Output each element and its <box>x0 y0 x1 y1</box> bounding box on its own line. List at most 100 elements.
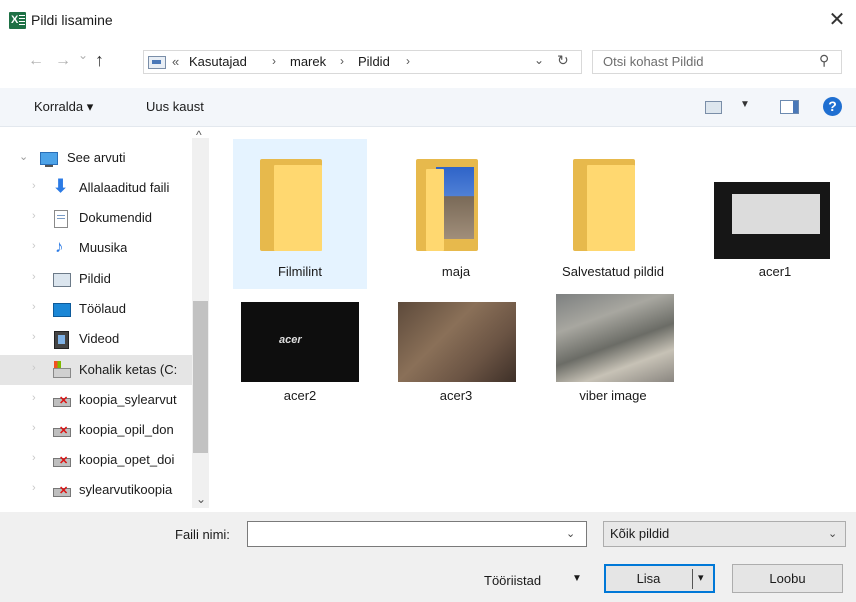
tree-item-documents[interactable]: › Dokumendid <box>0 203 200 233</box>
breadcrumb-separator-icon[interactable]: › <box>272 54 276 68</box>
collapsed-chevron-icon[interactable]: › <box>32 301 36 313</box>
change-view-icon[interactable] <box>705 101 722 114</box>
address-dropdown-chevron-icon[interactable]: ⌄ <box>534 53 544 67</box>
up-arrow-icon[interactable]: ↑ <box>95 50 104 71</box>
file-item-acer3[interactable]: acer3 <box>389 290 523 440</box>
tree-item-label: Kohalik ketas (C: <box>79 362 178 377</box>
documents-icon <box>54 210 68 228</box>
expanded-chevron-icon[interactable]: ⌄ <box>19 150 28 163</box>
breadcrumb-pildid[interactable]: Pildid <box>358 54 390 69</box>
collapsed-chevron-icon[interactable]: › <box>32 482 36 494</box>
recent-locations-chevron-icon[interactable]: ⌄ <box>78 48 88 62</box>
tree-item-label: Dokumendid <box>79 210 152 225</box>
insert-options-caret-icon[interactable]: ▾ <box>698 571 704 584</box>
tree-item-network-drive[interactable]: › koopia_sylearvut <box>0 385 200 415</box>
breadcrumb-separator-icon[interactable]: › <box>340 54 344 68</box>
collapsed-chevron-icon[interactable]: › <box>32 180 36 192</box>
collapsed-chevron-icon[interactable]: › <box>32 452 36 464</box>
tools-menu-button[interactable]: Tööriistad <box>484 573 541 588</box>
tree-item-label: Muusika <box>79 240 128 255</box>
tree-item-network-drive[interactable]: › sylearvutikoopia <box>0 475 200 505</box>
close-button[interactable]: ✕ <box>822 6 852 34</box>
file-name: acer3 <box>439 388 473 403</box>
image-thumbnail <box>398 302 516 382</box>
tree-item-network-drive[interactable]: › koopia_opil_don <box>0 415 200 445</box>
pictures-icon <box>53 273 71 287</box>
network-drive-icon <box>53 454 71 467</box>
breadcrumb-marek[interactable]: marek <box>290 54 326 69</box>
search-icon[interactable]: ⚲ <box>819 52 829 69</box>
network-drive-icon <box>53 394 71 407</box>
title-bar: X Pildi lisamine ✕ <box>0 0 856 40</box>
tools-caret-icon[interactable]: ▼ <box>572 573 582 584</box>
cancel-button[interactable]: Loobu <box>732 564 843 593</box>
new-folder-button[interactable]: Uus kaust <box>146 99 204 114</box>
insert-button-label: Lisa <box>636 571 661 586</box>
tree-item-pictures[interactable]: › Pildid <box>0 264 200 294</box>
command-toolbar: Korralda ▾ Uus kaust ▼ ? <box>0 88 856 127</box>
view-options-caret-icon[interactable]: ▼ <box>740 99 750 110</box>
tree-item-label: Pildid <box>79 271 111 286</box>
organize-button[interactable]: Korralda ▾ <box>34 99 93 115</box>
breadcrumb-overflow[interactable]: « <box>172 54 179 69</box>
forward-arrow-icon[interactable]: → <box>55 52 71 70</box>
image-thumbnail <box>714 182 830 259</box>
collapsed-chevron-icon[interactable]: › <box>32 210 36 222</box>
tree-item-desktop[interactable]: › Töölaud <box>0 294 200 324</box>
address-bar[interactable]: « Kasutajad › marek › Pildid › ⌄ ↻ <box>143 50 582 74</box>
file-list: Filmilint maja Salvestatud pildid acer1 … <box>215 127 856 512</box>
scrollbar-thumb[interactable] <box>193 301 208 453</box>
file-type-filter-select[interactable]: Kõik pildid ⌄ <box>603 521 846 547</box>
collapsed-chevron-icon[interactable]: › <box>32 271 36 283</box>
tree-item-label: sylearvutikoopia <box>79 482 173 497</box>
preview-pane-icon[interactable] <box>780 100 799 114</box>
image-thumbnail <box>556 294 674 382</box>
search-input[interactable]: Otsi kohast Pildid ⚲ <box>592 50 842 74</box>
dialog-title: Pildi lisamine <box>31 12 113 28</box>
split-divider <box>692 569 693 589</box>
folder-photo-icon <box>416 159 478 251</box>
cancel-button-label: Loobu <box>769 571 806 586</box>
collapsed-chevron-icon[interactable]: › <box>32 362 36 374</box>
file-item-acer1[interactable]: acer1 <box>708 139 842 289</box>
refresh-icon[interactable]: ↻ <box>557 52 569 69</box>
file-item-maja[interactable]: maja <box>389 139 523 289</box>
tree-item-music[interactable]: › ♪ Muusika <box>0 233 200 263</box>
file-item-salvestatud-pildid[interactable]: Salvestatud pildid <box>546 139 680 289</box>
videos-icon <box>54 331 69 349</box>
tree-item-label: koopia_sylearvut <box>79 392 177 407</box>
downloads-icon: ⬇ <box>53 176 69 196</box>
collapsed-chevron-icon[interactable]: › <box>32 331 36 343</box>
breadcrumb-separator-icon[interactable]: › <box>406 54 410 68</box>
tree-item-label: koopia_opet_doi <box>79 452 175 467</box>
tree-item-see-arvuti[interactable]: ⌄ See arvuti <box>0 143 200 173</box>
file-item-filmilint[interactable]: Filmilint <box>233 139 367 289</box>
computer-icon <box>40 152 58 167</box>
sidebar-scrollbar[interactable]: ^ ⌄ <box>192 128 209 508</box>
tree-item-videos[interactable]: › Videod <box>0 324 200 354</box>
breadcrumb-kasutajad[interactable]: Kasutajad <box>189 54 247 69</box>
filename-label: Faili nimi: <box>175 527 230 542</box>
tree-item-local-disk[interactable]: › Kohalik ketas (C: <box>0 355 200 385</box>
file-item-acer2[interactable]: acer acer2 <box>233 290 367 440</box>
file-name: Salvestatud pildid <box>562 264 664 279</box>
desktop-icon <box>53 303 71 317</box>
search-placeholder: Otsi kohast Pildid <box>603 54 704 69</box>
file-item-viber-image[interactable]: viber image <box>546 290 680 440</box>
help-icon[interactable]: ? <box>823 97 842 116</box>
tree-item-label: koopia_opil_don <box>79 422 174 437</box>
back-arrow-icon[interactable]: ← <box>28 52 44 70</box>
network-drive-icon <box>53 424 71 437</box>
scroll-down-icon[interactable]: ⌄ <box>196 492 206 506</box>
scroll-up-icon[interactable]: ^ <box>196 128 202 142</box>
filename-input[interactable]: ⌄ <box>247 521 587 547</box>
collapsed-chevron-icon[interactable]: › <box>32 422 36 434</box>
filename-dropdown-chevron-icon[interactable]: ⌄ <box>566 527 575 540</box>
tree-item-network-drive[interactable]: › koopia_opet_doi <box>0 445 200 475</box>
insert-button[interactable]: Lisa ▾ <box>604 564 715 593</box>
filter-dropdown-chevron-icon[interactable]: ⌄ <box>828 527 837 540</box>
navigation-pane: ⌄ See arvuti › ⬇ Allalaaditud faili › Do… <box>0 127 210 512</box>
tree-item-downloads[interactable]: › ⬇ Allalaaditud faili <box>0 173 200 203</box>
collapsed-chevron-icon[interactable]: › <box>32 240 36 252</box>
collapsed-chevron-icon[interactable]: › <box>32 392 36 404</box>
